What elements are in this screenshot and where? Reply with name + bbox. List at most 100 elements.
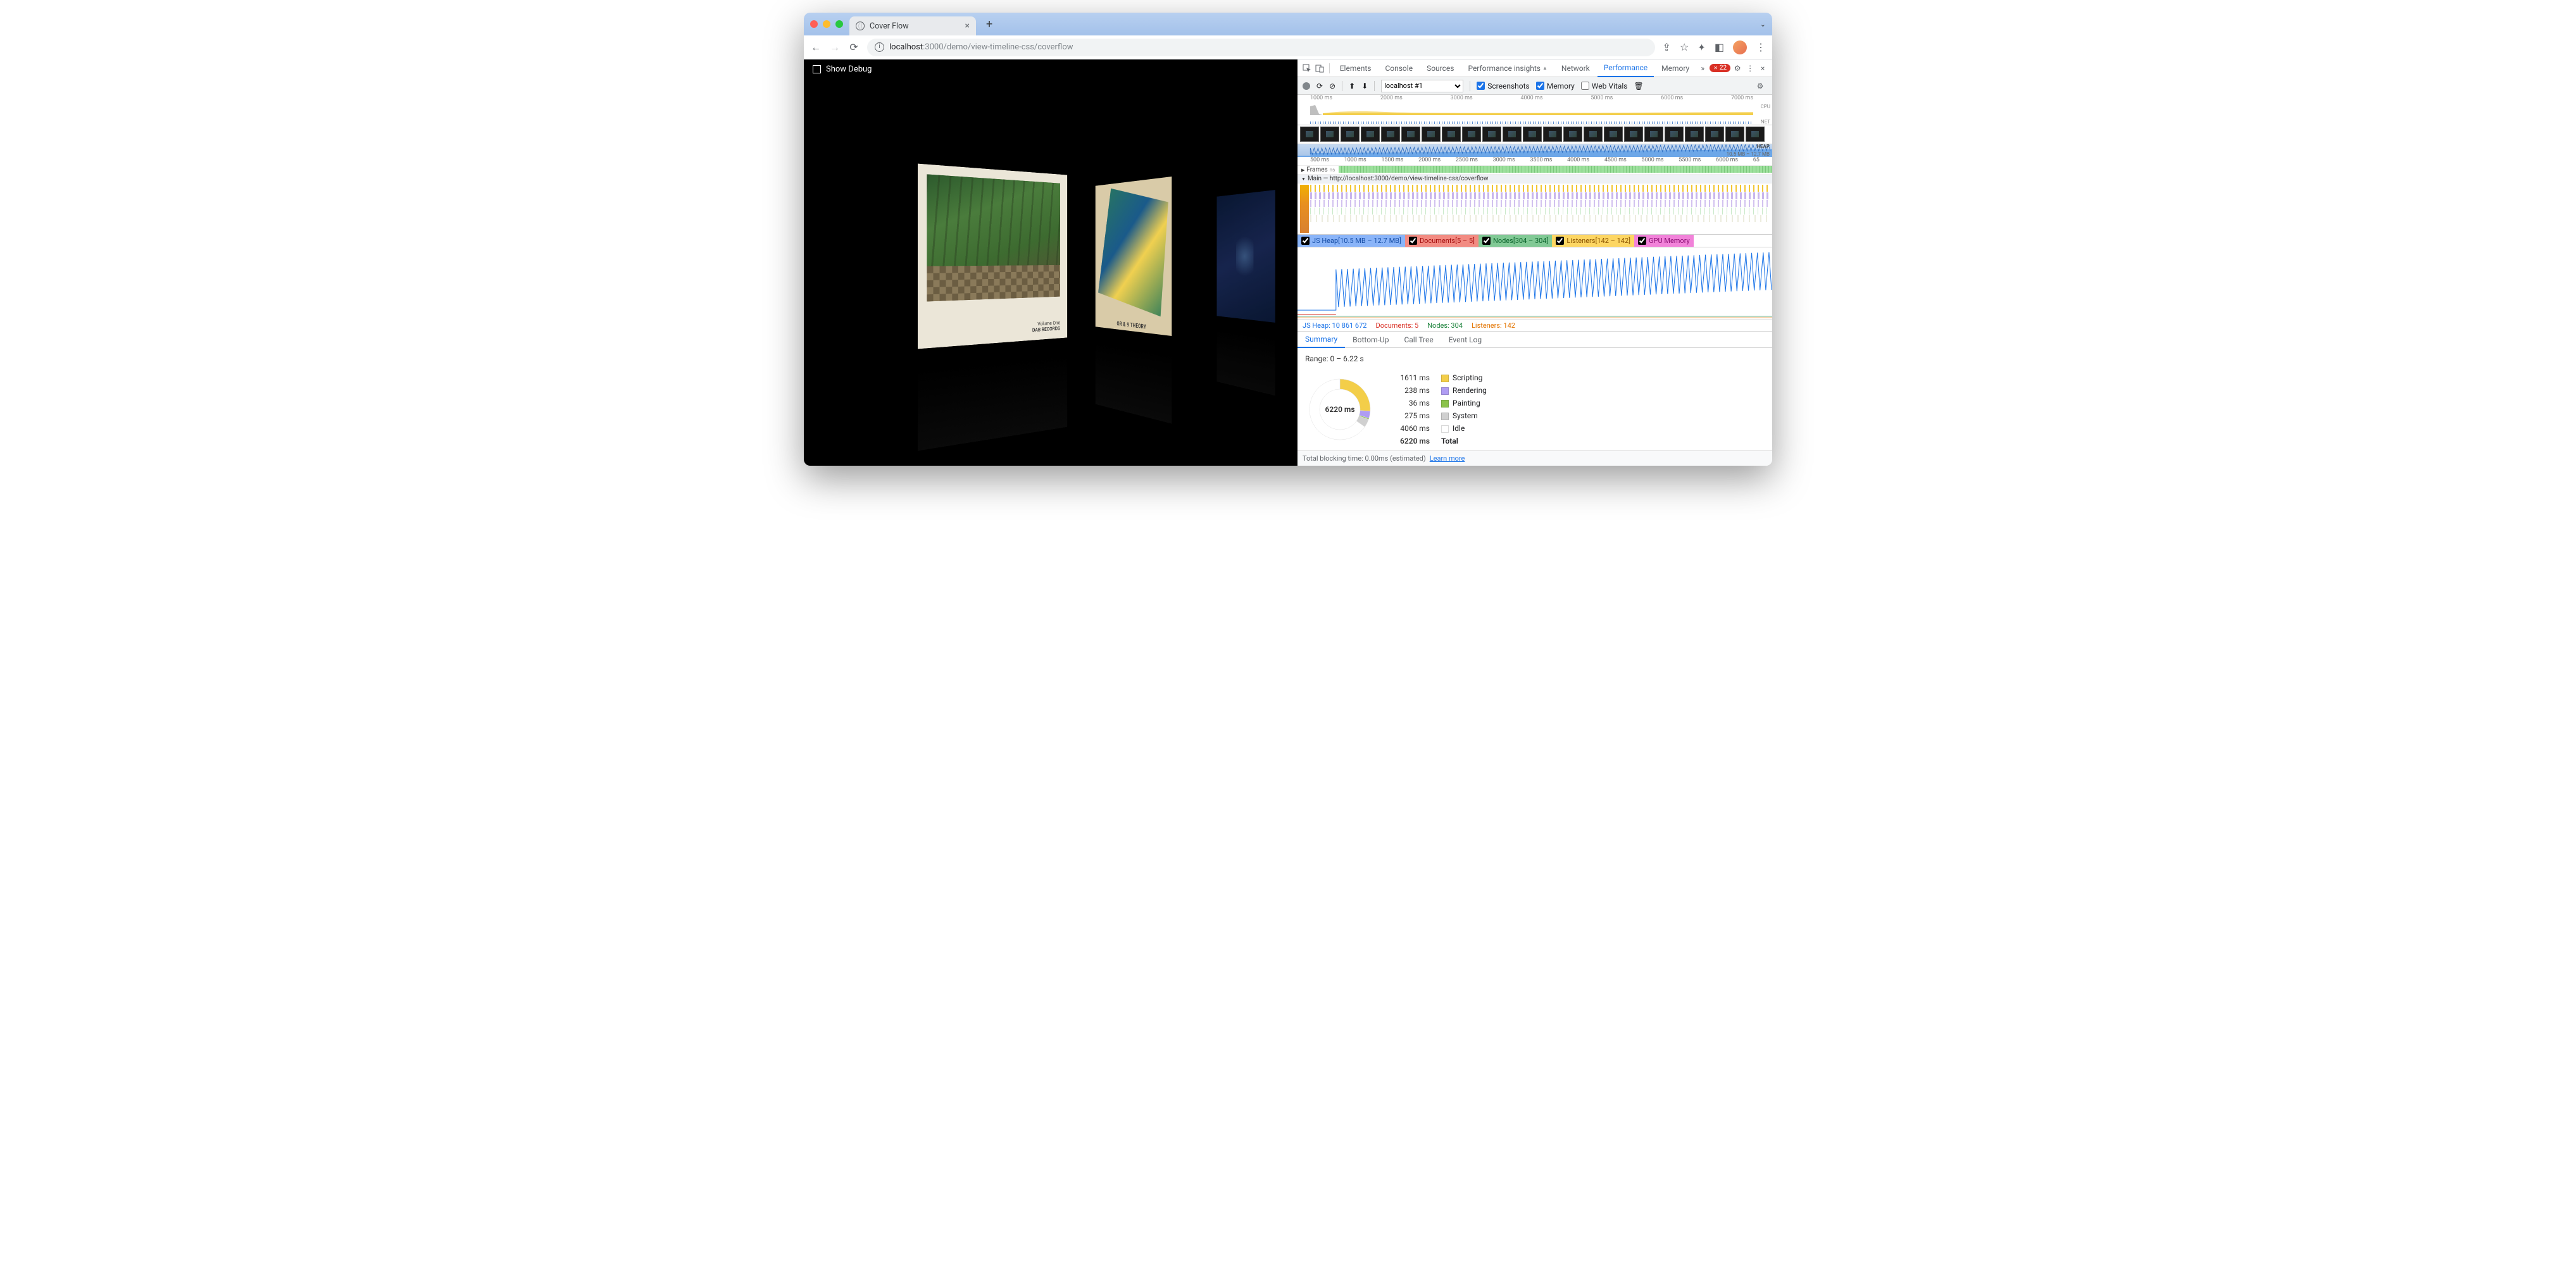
devtools-tabstrip: Elements Console Sources Performance ins…	[1297, 59, 1772, 77]
filmstrip-frame[interactable]	[1462, 127, 1481, 142]
filmstrip-frame[interactable]	[1705, 127, 1724, 142]
main-track-header[interactable]: ▼Main — http://localhost:3000/demo/view-…	[1297, 175, 1772, 184]
stat-js-heap: JS Heap: 10 861 672	[1303, 321, 1366, 330]
devtools-close-icon[interactable]: ×	[1757, 64, 1768, 73]
browser-tab[interactable]: Cover Flow ×	[849, 16, 976, 35]
globe-icon	[856, 22, 865, 30]
forward-icon[interactable]: →	[829, 42, 841, 53]
filmstrip-frame[interactable]	[1543, 127, 1562, 142]
filmstrip-frame[interactable]	[1685, 127, 1704, 142]
memory-chart[interactable]	[1297, 247, 1772, 320]
chrome-menu-icon[interactable]: ⋮	[1756, 41, 1766, 53]
legend-nodes[interactable]: Nodes[304 – 304]	[1479, 235, 1552, 247]
device-mode-icon[interactable]	[1314, 64, 1325, 73]
perf-settings-icon[interactable]: ⚙	[1753, 82, 1767, 90]
webvitals-checkbox[interactable]: Web Vitals	[1581, 82, 1628, 90]
filmstrip-frame[interactable]	[1604, 127, 1623, 142]
maximize-window-icon[interactable]	[835, 20, 843, 28]
target-select[interactable]: localhost #1	[1381, 80, 1463, 92]
devtools-settings-icon[interactable]: ⚙	[1732, 64, 1743, 73]
frames-track[interactable]: ▶Framesns	[1297, 166, 1772, 175]
tab-performance[interactable]: Performance	[1597, 60, 1654, 77]
learn-more-link[interactable]: Learn more	[1430, 454, 1465, 463]
subtab-bottom-up[interactable]: Bottom-Up	[1345, 332, 1396, 347]
filmstrip-frame[interactable]	[1523, 127, 1542, 142]
record-button[interactable]	[1303, 82, 1310, 90]
tab-network[interactable]: Network	[1555, 59, 1596, 77]
reload-record-icon[interactable]: ⟳	[1316, 82, 1323, 90]
coverflow-stage[interactable]: OR & 9 THEORY Volume One DAB RECORDS	[816, 97, 1285, 415]
album-cover-2[interactable]: OR & 9 THEORY	[1096, 177, 1172, 336]
browser-window: Cover Flow × + ⌄ ← → ⟳ i localhost:3000/…	[804, 13, 1772, 466]
clear-icon[interactable]: ⊘	[1329, 82, 1335, 90]
bookmark-icon[interactable]: ☆	[1680, 41, 1689, 53]
subtab-summary[interactable]: Summary	[1297, 332, 1345, 348]
devtools-footer: Total blocking time: 0.00ms (estimated) …	[1297, 451, 1772, 466]
tab-sources[interactable]: Sources	[1420, 59, 1460, 77]
subtab-call-tree[interactable]: Call Tree	[1396, 332, 1441, 347]
close-window-icon[interactable]	[810, 20, 818, 28]
devtools-menu-icon[interactable]: ⋮	[1744, 64, 1756, 73]
filmstrip-frame[interactable]	[1401, 127, 1420, 142]
gc-icon[interactable]: 🗑	[1634, 82, 1643, 90]
close-tab-icon[interactable]: ×	[965, 21, 970, 31]
show-debug-checkbox[interactable]	[813, 65, 821, 73]
album-cover-1[interactable]: Volume One DAB RECORDS	[918, 164, 1067, 349]
filmstrip-frame[interactable]	[1584, 127, 1603, 142]
filmstrip-frame[interactable]	[1341, 127, 1360, 142]
heap-overview-strip[interactable]: HEAP 10.5 MB – 12.7 MB	[1297, 144, 1772, 157]
url-bar: ← → ⟳ i localhost:3000/demo/view-timelin…	[804, 35, 1772, 59]
new-tab-button[interactable]: +	[986, 18, 992, 31]
extensions-icon[interactable]: ✦	[1698, 42, 1706, 53]
tabs-overflow-icon[interactable]: ⌄	[1760, 20, 1766, 28]
memory-checkbox[interactable]: Memory	[1536, 82, 1575, 90]
heap-range-label: 10.5 MB – 12.7 MB	[1727, 151, 1770, 157]
timeline-overview[interactable]: 1000 ms2000 ms3000 ms4000 ms5000 ms6000 …	[1297, 95, 1772, 125]
legend-js-heap[interactable]: JS Heap[10.5 MB – 12.7 MB]	[1297, 235, 1405, 247]
filmstrip-frame[interactable]	[1361, 127, 1380, 142]
filmstrip-frame[interactable]	[1422, 127, 1441, 142]
address-field[interactable]: i localhost:3000/demo/view-timeline-css/…	[867, 39, 1655, 56]
legend-gpu-memory[interactable]: GPU Memory	[1634, 235, 1694, 247]
minimize-window-icon[interactable]	[823, 20, 830, 28]
content-split: Show Debug OR & 9 THEORY Volume One DAB …	[804, 59, 1772, 466]
profile-avatar[interactable]	[1733, 40, 1747, 54]
url-host: localhost:3000/demo/view-timeline-css/co…	[889, 42, 1073, 52]
filmstrip-frame[interactable]	[1725, 127, 1744, 142]
tab-console[interactable]: Console	[1379, 59, 1419, 77]
inspect-element-icon[interactable]	[1301, 64, 1313, 73]
tab-elements[interactable]: Elements	[1334, 59, 1378, 77]
filmstrip-frame[interactable]	[1624, 127, 1643, 142]
share-icon[interactable]: ⇪	[1663, 41, 1671, 53]
error-badge[interactable]: 22	[1710, 64, 1730, 72]
filmstrip-frame[interactable]	[1381, 127, 1400, 142]
filmstrip-frame[interactable]	[1442, 127, 1461, 142]
reload-icon[interactable]: ⟳	[848, 42, 860, 53]
filmstrip-frame[interactable]	[1320, 127, 1339, 142]
filmstrip-frame[interactable]	[1746, 127, 1765, 142]
save-profile-icon[interactable]: ⬇	[1361, 82, 1368, 90]
album-cover-3[interactable]	[1217, 190, 1275, 323]
screenshots-checkbox[interactable]: Screenshots	[1477, 82, 1529, 90]
filmstrip-frame[interactable]	[1644, 127, 1663, 142]
site-info-icon[interactable]: i	[875, 42, 884, 52]
filmstrip-frame[interactable]	[1300, 127, 1319, 142]
tab-memory[interactable]: Memory	[1655, 59, 1696, 77]
summary-category-table: 1611 msScripting238 msRendering36 msPain…	[1394, 371, 1493, 448]
side-panel-icon[interactable]: ◧	[1715, 41, 1724, 53]
more-tabs-icon[interactable]: »	[1697, 64, 1708, 73]
filmstrip-frame[interactable]	[1482, 127, 1501, 142]
load-profile-icon[interactable]: ⬆	[1349, 82, 1355, 90]
summary-subtabs: Summary Bottom-Up Call Tree Event Log	[1297, 332, 1772, 348]
tab-performance-insights[interactable]: Performance insights▲	[1461, 59, 1553, 77]
screenshot-filmstrip[interactable]	[1297, 125, 1772, 144]
filmstrip-frame[interactable]	[1563, 127, 1582, 142]
subtab-event-log[interactable]: Event Log	[1441, 332, 1489, 347]
main-flame-chart[interactable]	[1297, 184, 1772, 234]
memory-stats-line: JS Heap: 10 861 672 Documents: 5 Nodes: …	[1297, 320, 1772, 332]
filmstrip-frame[interactable]	[1665, 127, 1684, 142]
filmstrip-frame[interactable]	[1503, 127, 1522, 142]
back-icon[interactable]: ←	[810, 42, 822, 53]
legend-listeners[interactable]: Listeners[142 – 142]	[1552, 235, 1634, 247]
legend-documents[interactable]: Documents[5 – 5]	[1405, 235, 1479, 247]
